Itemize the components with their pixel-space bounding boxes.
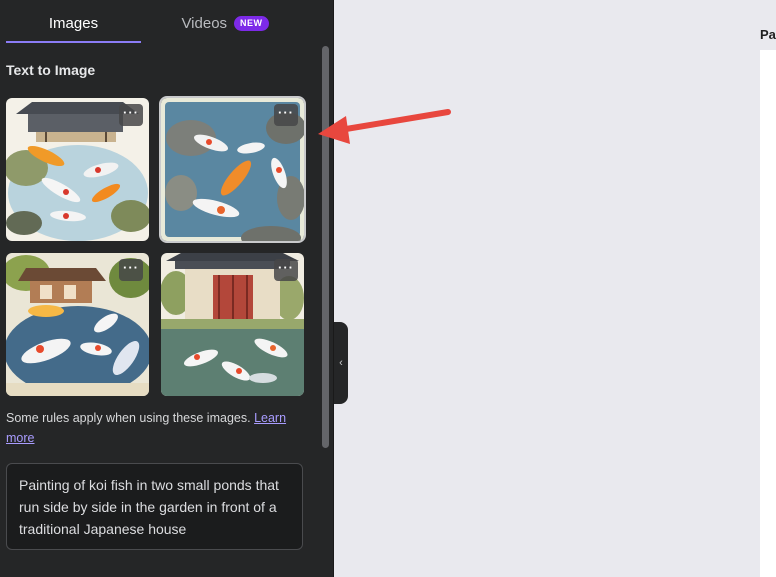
collapse-panel-button[interactable]: ‹	[334, 322, 348, 404]
new-badge: NEW	[234, 15, 269, 31]
generated-image-4[interactable]: ···	[161, 253, 304, 396]
chevron-left-icon: ‹	[339, 357, 343, 369]
tab-videos-label: Videos	[181, 14, 228, 32]
tab-images[interactable]: Images	[6, 0, 141, 46]
more-options-button[interactable]: ···	[274, 104, 298, 126]
tab-images-label: Images	[48, 14, 99, 32]
more-options-button[interactable]: ···	[274, 259, 298, 281]
rules-text: Some rules apply when using these images…	[6, 411, 251, 425]
usage-rules-note: Some rules apply when using these images…	[6, 408, 304, 448]
scrollbar-thumb[interactable]	[322, 46, 329, 448]
design-page[interactable]	[760, 50, 776, 577]
generated-image-3[interactable]: ···	[6, 253, 149, 396]
prompt-input[interactable]: Painting of koi fish in two small ponds …	[6, 463, 303, 550]
tab-videos[interactable]: Videos NEW	[160, 0, 290, 46]
generated-image-2[interactable]: ···	[159, 96, 306, 243]
side-panel: Images Videos NEW Text to Image ··· ··· …	[0, 0, 334, 577]
section-title: Text to Image	[6, 62, 96, 78]
page-label: Page 1	[760, 27, 776, 42]
media-tabs: Images Videos NEW	[0, 0, 334, 46]
more-options-button[interactable]: ···	[119, 259, 143, 281]
more-options-button[interactable]: ···	[119, 104, 143, 126]
active-tab-indicator	[6, 41, 141, 43]
generated-image-1[interactable]: ···	[6, 98, 149, 241]
